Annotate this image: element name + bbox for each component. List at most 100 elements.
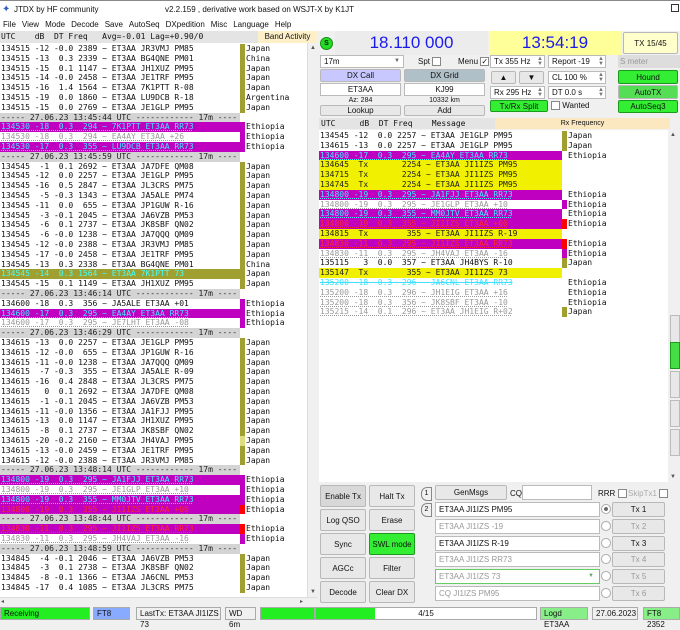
decode-row[interactable]: 134615 -11 -0.0 1356 ~ ET3AA JA1FJJ PM95… — [0, 406, 307, 417]
decode-row[interactable]: 135115 3 0.0 357 ~ ET3AA JH4BYS R-10 Japa… — [319, 258, 668, 269]
decode-row[interactable]: 134545 -6 -0.0 1238 ~ ET3AA JA7QQQ QM09 J… — [0, 230, 307, 240]
agcc-button[interactable]: AGCc — [320, 557, 366, 579]
scroll-left-icon[interactable]: ◂ — [1, 598, 4, 605]
decode-row[interactable]: 134645 Tx 2254 ~ ET3AA JI1IZS PM95 — [319, 160, 668, 171]
decode-row[interactable]: 134545 -16 0.5 2847 ~ ET3AA JL3CRS PM75 J… — [0, 181, 307, 191]
cl-spinbox[interactable]: CL 100 % ▲ ▼ — [548, 71, 606, 84]
decode-row[interactable]: 134615 -20 -0.2 2160 ~ ET3AA JH4VAJ PM95… — [0, 436, 307, 446]
decode-row[interactable]: 134515 -15 0.0 2769 ~ ET3AA JE1GLP PM95 J… — [0, 102, 307, 113]
freq-down-button[interactable]: ▼ — [519, 71, 544, 84]
decode-row[interactable]: 134800 -19 0.3 355 ~ MM0JTV ET3AA RR73 Et… — [0, 494, 307, 505]
decode-row[interactable]: 134600 -18 0.3 356 ~ JA5ALE ET3AA +01 Eth… — [0, 298, 307, 309]
decode-row[interactable]: 134530 -17 0.3 355 ~ LU9DCB ET3AA RR73 Et… — [0, 142, 307, 152]
sync-button[interactable]: Sync — [320, 533, 366, 555]
decode-row[interactable]: 134800 -19 0.3 355 ~ JI1IZS ET3AA +00 Eth… — [319, 219, 668, 229]
decode-row[interactable]: 134600 -17 0.3 295 ~ EA4AY ET3AA RR73 Eth… — [0, 308, 307, 319]
decode-row[interactable]: 134830 -11 0.3 295 ~ JI1IZS ET3AA RR73 Et… — [0, 524, 307, 534]
side-button[interactable] — [670, 400, 680, 427]
decode-row[interactable]: 134515 -16 1.4 1564 ~ ET3AA 7K1PTT R-08 J… — [0, 83, 307, 93]
decode-row[interactable]: 134545 -3 -0.1 2045 ~ ET3AA JA6VZB PM53 J… — [0, 210, 307, 221]
decode-row[interactable]: 134800 -19 0.3 295 ~ JE1GLP ET3AA +10 Eth… — [319, 199, 668, 210]
decode-row[interactable]: 135200 -18 0.3 296 ~ JA6CNL ET3AA RR73 Et… — [319, 278, 668, 288]
side-button[interactable] — [670, 371, 680, 398]
tx-message-6-input[interactable]: CQ JI1IZS PM95 — [435, 586, 600, 601]
decode-row[interactable]: 134615 -12 -0.0 655 ~ ET3AA JP1GUW R-16 J… — [0, 347, 307, 358]
menu-checkbox[interactable]: Menu ✓ — [458, 57, 490, 67]
decode-row[interactable]: 134530 -18 0.3 294 ~ EA4AY ET3AA +26 Ethi… — [0, 132, 307, 142]
band-activity-scrollbar[interactable]: ▲ ▼ — [307, 43, 317, 597]
scroll-down-icon[interactable]: ▼ — [310, 589, 316, 595]
scroll-down-icon[interactable]: ▼ — [670, 474, 676, 480]
tx-message-3-input[interactable]: ET3AA JI1IZS R-19 — [435, 535, 600, 551]
decode-row[interactable]: 134545 -12 0.0 2257 ~ ET3AA JE1GLP PM95 J… — [319, 131, 668, 141]
menu-autoseq[interactable]: AutoSeq — [126, 18, 163, 31]
filter-button[interactable]: Filter — [369, 557, 415, 579]
decode-row[interactable]: 134545 -1 0.1 2692 ~ ET3AA JA7DFE QM08 Ja… — [0, 161, 307, 172]
menu-file[interactable]: File — [0, 18, 19, 31]
scroll-up-icon[interactable]: ▲ — [310, 45, 316, 51]
decode-row[interactable]: 134845 -17 0.4 1085 ~ ET3AA JL3CRS PM75 J… — [0, 583, 307, 593]
hound-button[interactable]: Hound — [618, 70, 678, 84]
genmsgs-button[interactable]: GenMsgs — [435, 485, 507, 500]
tx-2-button[interactable]: Tx 2 — [612, 518, 665, 534]
separator-row[interactable]: ----- 27.06.23 13:48:44 UTC ------------… — [0, 514, 307, 525]
decode-row[interactable]: 134545 -17 -0.0 2458 ~ ET3AA JE1TRF PM95… — [0, 249, 307, 260]
side-button[interactable] — [670, 429, 680, 456]
menu-misc[interactable]: Misc — [208, 18, 230, 31]
decode-row[interactable]: 134845 -3 0.1 2738 ~ ET3AA JK8SBF QN02 Ja… — [0, 563, 307, 574]
decode-row[interactable]: 134545 -12 0.0 2257 ~ ET3AA JE1GLP PM95 J… — [0, 171, 307, 182]
menu-save[interactable]: Save — [102, 18, 126, 31]
decode-row[interactable]: 134545 -14 0.3 1564 ~ ET3AA 7K1PTT 73 Jap… — [0, 269, 307, 280]
decode-row[interactable]: 134600 -17 0.3 295 ~ JE7LHT ET3AA -08 Eth… — [0, 318, 307, 329]
decode-row[interactable]: 134600 -17 0.3 295 ~ EA4AY ET3AA RR73 Eth… — [319, 150, 668, 161]
separator-row[interactable]: ----- 27.06.23 13:45:59 UTC ------------… — [0, 151, 307, 162]
decode-row[interactable]: 134515 -13 0.3 2339 ~ ET3AA BG4QNE PM01 C… — [0, 53, 307, 64]
band-activity-hscrollbar[interactable]: ◂ ▸ — [0, 597, 317, 606]
separator-row[interactable]: ----- 27.06.23 13:48:14 UTC ------------… — [0, 465, 307, 476]
decode-row[interactable]: 134615 -7 -0.3 355 ~ ET3AA JA5ALE R-09 Ja… — [0, 367, 307, 378]
dx-grid-input[interactable]: KJ99 — [404, 83, 485, 96]
clear-dx-button[interactable]: Clear DX — [369, 581, 415, 603]
decode-row[interactable]: 134800 -19 0.3 355 ~ JI1IZS ET3AA +00 Eth… — [0, 504, 307, 515]
tx-5-radio[interactable] — [601, 571, 611, 582]
decode-row[interactable]: 134545 -5 -0.3 1343 ~ ET3AA JA5ALE PM74 J… — [0, 191, 307, 201]
enable-tx-button[interactable]: Enable Tx — [320, 485, 366, 507]
dx-call-input[interactable]: ET3AA — [320, 83, 401, 96]
decode-row[interactable]: 134530 -18 0.3 294 ~ 7K1PTT ET3AA RR73 Et… — [0, 122, 307, 133]
decode-row[interactable]: 134515 -14 -0.0 2458 ~ ET3AA JE1TRF PM95… — [0, 73, 307, 84]
band-activity-tab[interactable]: Band Activity — [258, 31, 317, 43]
log-qso-button[interactable]: Log QSO — [320, 509, 366, 531]
separator-row[interactable]: ----- 27.06.23 13:46:14 UTC ------------… — [0, 289, 307, 299]
decode-row[interactable]: 134745 Tx 2254 ~ ET3AA JI1IZS PM95 — [319, 180, 668, 190]
decode-row[interactable]: 134615 -13 0.0 2257 ~ ET3AA JE1GLP PM95 J… — [0, 338, 307, 348]
decode-row[interactable]: 134615 -8 0.1 2737 ~ ET3AA JK8SBF QN02 Ja… — [0, 426, 307, 436]
decode-row[interactable]: 135200 -18 0.3 296 ~ JH1EIG ET3AA +16 Eth… — [319, 288, 668, 298]
tx-message-2-input[interactable]: ET3AA JI1IZS -19 — [435, 518, 600, 534]
tab-1[interactable]: 1 — [421, 487, 432, 501]
erase-button[interactable]: Erase — [369, 509, 415, 531]
chevron-down-icon[interactable]: ▼ — [588, 573, 594, 579]
autoseq-button[interactable]: AutoSeq3 — [618, 100, 678, 113]
menu-help[interactable]: Help — [272, 18, 294, 31]
tx-1-button[interactable]: Tx 1 — [612, 502, 665, 517]
decode-row[interactable]: 134830 -11 0.3 295 ~ JH4VAJ ET3AA -16 Eth… — [319, 248, 668, 259]
menu-mode[interactable]: Mode — [42, 18, 68, 31]
tx-4-button[interactable]: Tx 4 — [612, 552, 665, 568]
decode-row[interactable]: 134615 -13 -0.0 2459 ~ ET3AA JE1TRF PM95… — [0, 445, 307, 456]
swl-mode-button[interactable]: SWL mode — [369, 533, 415, 555]
tx-5-button[interactable]: Tx 5 — [612, 569, 665, 585]
decode-row[interactable]: 134615 -11 -0.0 1238 ~ ET3AA JA7QQQ QM09… — [0, 357, 307, 368]
tx-2-radio[interactable] — [601, 520, 611, 531]
decode-row[interactable]: 134800 -19 0.3 295 ~ JE1GLP ET3AA +10 Eth… — [0, 485, 307, 495]
tx-message-4-input[interactable]: ET3AA JI1IZS RR73 — [435, 552, 600, 568]
skiptx1-checkbox[interactable]: SkipTx1 — [628, 489, 669, 499]
tx-message-1-input[interactable]: ET3AA JI1IZS PM95 — [435, 502, 600, 517]
decode-row[interactable]: 134545 -6 0.1 2737 ~ ET3AA JK8SBF QN02 Ja… — [0, 220, 307, 231]
decode-row[interactable]: 134545 -13 0.3 2338 ~ ET3AA BG4QNE PM01 C… — [0, 259, 307, 270]
band-select[interactable]: 17m ▼ — [320, 55, 404, 68]
cq-input[interactable] — [522, 485, 592, 500]
tx-3-radio[interactable] — [601, 537, 611, 548]
lookup-button[interactable]: Lookup — [320, 105, 401, 116]
side-button[interactable] — [670, 315, 680, 345]
tab-2[interactable]: 2 — [421, 503, 432, 517]
